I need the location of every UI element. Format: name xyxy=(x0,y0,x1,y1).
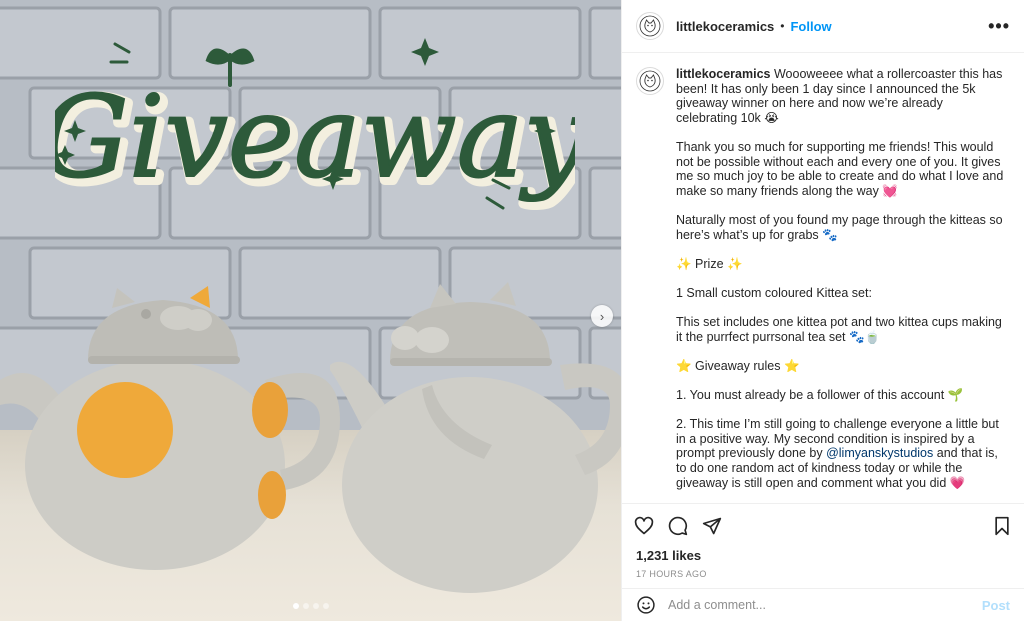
separator-dot: • xyxy=(780,19,785,33)
mention-link[interactable]: @limyanskystudios xyxy=(826,446,933,460)
comment-icon[interactable] xyxy=(668,516,688,536)
chevron-right-icon: › xyxy=(599,308,605,324)
action-bar xyxy=(622,503,1024,548)
heart-icon[interactable] xyxy=(634,516,654,536)
caption-paragraph: ✨ Prize ✨ xyxy=(676,256,743,271)
caption-paragraph: littlekoceramics Woooweeee what a roller… xyxy=(676,67,1006,125)
pager-dot xyxy=(312,603,319,609)
bookmark-icon[interactable] xyxy=(992,516,1012,536)
emoji-icon[interactable] xyxy=(636,595,656,615)
carousel-pager xyxy=(0,603,621,609)
pager-dot xyxy=(292,603,299,609)
like-count[interactable]: 1,231 likes xyxy=(622,548,1024,566)
post-timestamp[interactable]: 17 HOURS AGO xyxy=(622,566,1024,588)
caption-paragraph: Naturally most of you found my page thro… xyxy=(676,212,1003,242)
caption-paragraph: Thank you so much for supporting me frie… xyxy=(676,139,1004,198)
post-modal: Giveaway Giveaway › littlekoceramics • F… xyxy=(0,0,1024,621)
header-username[interactable]: littlekoceramics xyxy=(676,19,774,34)
post-comment-button[interactable]: Post xyxy=(982,598,1010,613)
caption-paragraph: This set includes one kittea pot and two… xyxy=(676,315,1002,344)
follow-button[interactable]: Follow xyxy=(790,19,831,34)
comment-bar: Post xyxy=(622,588,1024,621)
caption-paragraph: ⭐ Giveaway rules ⭐ xyxy=(676,358,800,373)
caption-paragraph: 1. You must already be a follower of thi… xyxy=(676,388,964,403)
comment-input[interactable] xyxy=(668,598,968,612)
post-header: littlekoceramics • Follow ••• xyxy=(622,0,1024,53)
carousel-next-button[interactable]: › xyxy=(591,305,613,327)
post-sidebar: littlekoceramics • Follow ••• littlekoce… xyxy=(621,0,1024,621)
caption-avatar[interactable] xyxy=(636,67,664,95)
share-icon[interactable] xyxy=(702,516,722,536)
orange-cat-teapot xyxy=(0,286,340,570)
caption-text: littlekoceramics Woooweeee what a roller… xyxy=(676,67,1006,503)
cat-logo-icon xyxy=(639,15,661,37)
pager-dot xyxy=(322,603,329,609)
cat-logo-icon xyxy=(639,70,661,92)
grey-cat-teapot xyxy=(330,282,621,593)
pager-dot xyxy=(302,603,309,609)
caption-paragraph: 1 Small custom coloured Kittea set: xyxy=(676,285,872,300)
caption-username[interactable]: littlekoceramics xyxy=(676,67,771,81)
cat-teapots xyxy=(0,282,621,593)
avatar[interactable] xyxy=(636,12,664,40)
post-photo[interactable]: Giveaway Giveaway › xyxy=(0,0,621,621)
more-options-icon[interactable]: ••• xyxy=(988,16,1010,37)
giveaway-lettering: Giveaway Giveaway xyxy=(55,38,575,212)
caption-paragraph: 2. This time I’m still going to challeng… xyxy=(676,417,1006,490)
caption: littlekoceramics Woooweeee what a roller… xyxy=(622,53,1024,503)
